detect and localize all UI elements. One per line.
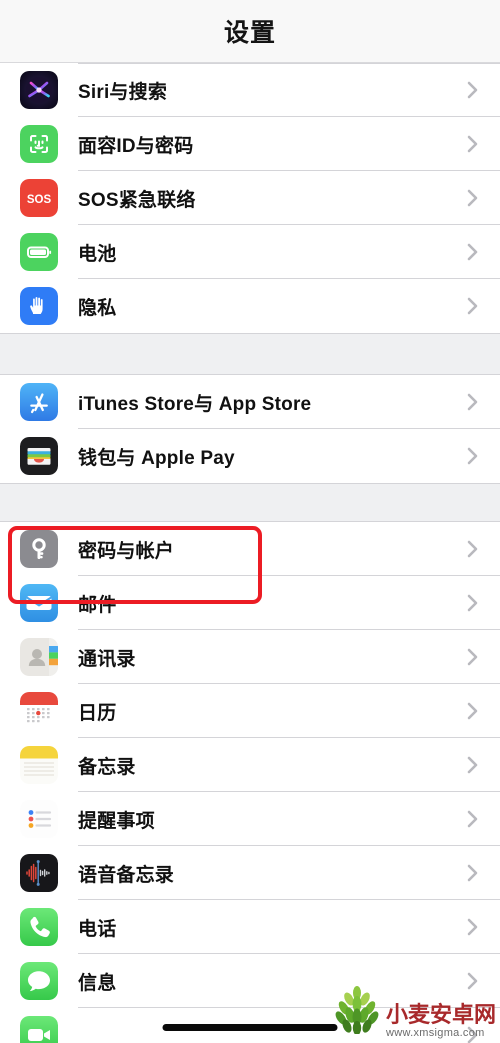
page-title: 设置 bbox=[223, 19, 276, 47]
list-top-divider bbox=[78, 63, 500, 64]
watermark-url: www.xmsigma.com bbox=[385, 1027, 485, 1039]
calendar-icon bbox=[20, 692, 58, 730]
chevron-right-icon bbox=[467, 393, 478, 411]
settings-row-notes[interactable]: 备忘录 bbox=[0, 738, 500, 792]
settings-row-faceid[interactable]: 面容ID与密码 bbox=[0, 117, 500, 171]
group-separator bbox=[0, 483, 500, 522]
reminders-icon bbox=[20, 800, 58, 838]
chevron-right-icon bbox=[467, 447, 478, 465]
settings-row-label: 密码与帐户 bbox=[78, 540, 175, 562]
settings-row-label: Siri与搜索 bbox=[78, 81, 168, 103]
settings-row-label: 备忘录 bbox=[78, 756, 136, 778]
messages-icon bbox=[20, 962, 58, 1000]
settings-row-privacy[interactable]: 隐私 bbox=[0, 279, 500, 333]
chevron-right-icon bbox=[467, 594, 478, 612]
chevron-right-icon bbox=[467, 540, 478, 558]
mail-icon bbox=[20, 584, 58, 622]
phone-icon bbox=[20, 908, 58, 946]
settings-row-battery[interactable]: 电池 bbox=[0, 225, 500, 279]
settings-row-reminders[interactable]: 提醒事项 bbox=[0, 792, 500, 846]
settings-row-mail[interactable]: 邮件 bbox=[0, 576, 500, 630]
chevron-right-icon bbox=[467, 297, 478, 315]
settings-row-label: 面容ID与密码 bbox=[78, 135, 194, 157]
settings-row-label: iTunes Store与 App Store bbox=[78, 393, 312, 415]
chevron-right-icon bbox=[467, 135, 478, 153]
settings-row-siri[interactable]: Siri与搜索 bbox=[0, 63, 500, 117]
privacy-icon bbox=[20, 287, 58, 325]
settings-row-label: 语音备忘录 bbox=[78, 864, 175, 886]
sos-icon: SOS bbox=[20, 179, 58, 217]
settings-row-voice-memos[interactable]: 语音备忘录 bbox=[0, 846, 500, 900]
chevron-right-icon bbox=[467, 648, 478, 666]
settings-row-label: 邮件 bbox=[78, 594, 117, 616]
faceid-icon bbox=[20, 125, 58, 163]
settings-row-label: 电话 bbox=[78, 918, 117, 940]
settings-row-wallet-applepay[interactable]: 钱包与 Apple Pay bbox=[0, 429, 500, 483]
settings-row-label: 隐私 bbox=[78, 297, 117, 319]
wallet-icon bbox=[20, 437, 58, 475]
passwords-key-icon bbox=[20, 530, 58, 568]
contacts-icon bbox=[20, 638, 58, 676]
settings-row-label: 提醒事项 bbox=[78, 810, 155, 832]
wheat-logo-icon bbox=[330, 984, 384, 1039]
settings-row-phone[interactable]: 电话 bbox=[0, 900, 500, 954]
chevron-right-icon bbox=[467, 81, 478, 99]
settings-row-label: SOS紧急联络 bbox=[78, 189, 196, 211]
chevron-right-icon bbox=[467, 243, 478, 261]
voicememos-icon bbox=[20, 854, 58, 892]
settings-row-label: 日历 bbox=[78, 702, 117, 724]
home-indicator[interactable] bbox=[162, 1024, 338, 1031]
settings-row-label: 通讯录 bbox=[78, 648, 136, 670]
navigation-bar: 设置 bbox=[0, 0, 500, 63]
settings-group-system: Siri与搜索 面容ID与密码 SOS SOS紧急联络 电池 隐私 bbox=[0, 63, 500, 333]
settings-row-label: 电池 bbox=[78, 243, 117, 265]
settings-row-contacts[interactable]: 通讯录 bbox=[0, 630, 500, 684]
settings-group-store: iTunes Store与 App Store 钱包与 Apple Pay bbox=[0, 375, 500, 483]
battery-icon bbox=[20, 233, 58, 271]
settings-group-apps: 密码与帐户 邮件 通讯录 日历 备忘录 提醒事项 语音备忘录 电话 信息 bbox=[0, 522, 500, 1043]
settings-row-passwords-accounts[interactable]: 密码与帐户 bbox=[0, 522, 500, 576]
settings-row-sos[interactable]: SOS SOS紧急联络 bbox=[0, 171, 500, 225]
watermark: 小麦安卓网 www.xmsigma.com bbox=[330, 984, 496, 1039]
chevron-right-icon bbox=[467, 189, 478, 207]
notes-icon bbox=[20, 746, 58, 784]
settings-row-itunes-appstore[interactable]: iTunes Store与 App Store bbox=[0, 375, 500, 429]
siri-icon bbox=[20, 71, 58, 109]
facetime-icon bbox=[20, 1016, 58, 1043]
chevron-right-icon bbox=[467, 864, 478, 882]
chevron-right-icon bbox=[467, 918, 478, 936]
settings-list[interactable]: Siri与搜索 面容ID与密码 SOS SOS紧急联络 电池 隐私 iTunes… bbox=[0, 63, 500, 1043]
svg-text:SOS: SOS bbox=[27, 194, 52, 206]
chevron-right-icon bbox=[467, 810, 478, 828]
chevron-right-icon bbox=[467, 756, 478, 774]
group-separator bbox=[0, 333, 500, 375]
appstore-icon bbox=[20, 383, 58, 421]
settings-row-calendar[interactable]: 日历 bbox=[0, 684, 500, 738]
settings-row-label: 钱包与 Apple Pay bbox=[78, 447, 235, 469]
watermark-title: 小麦安卓网 bbox=[385, 1002, 496, 1028]
settings-row-label: 信息 bbox=[78, 972, 117, 994]
chevron-right-icon bbox=[467, 702, 478, 720]
